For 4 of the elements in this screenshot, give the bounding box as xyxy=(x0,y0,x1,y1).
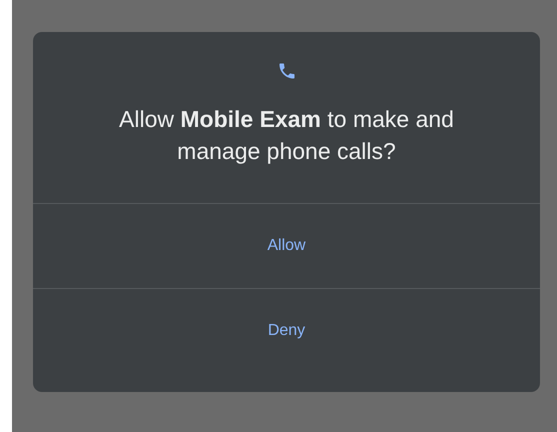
dialog-button[interactable]: Deny xyxy=(33,289,540,373)
phone-icon xyxy=(276,61,296,81)
dialog-message: Allow Mobile Exam to make and manage phone calls? xyxy=(118,105,455,166)
dialog-button[interactable]: Allow xyxy=(33,204,540,288)
